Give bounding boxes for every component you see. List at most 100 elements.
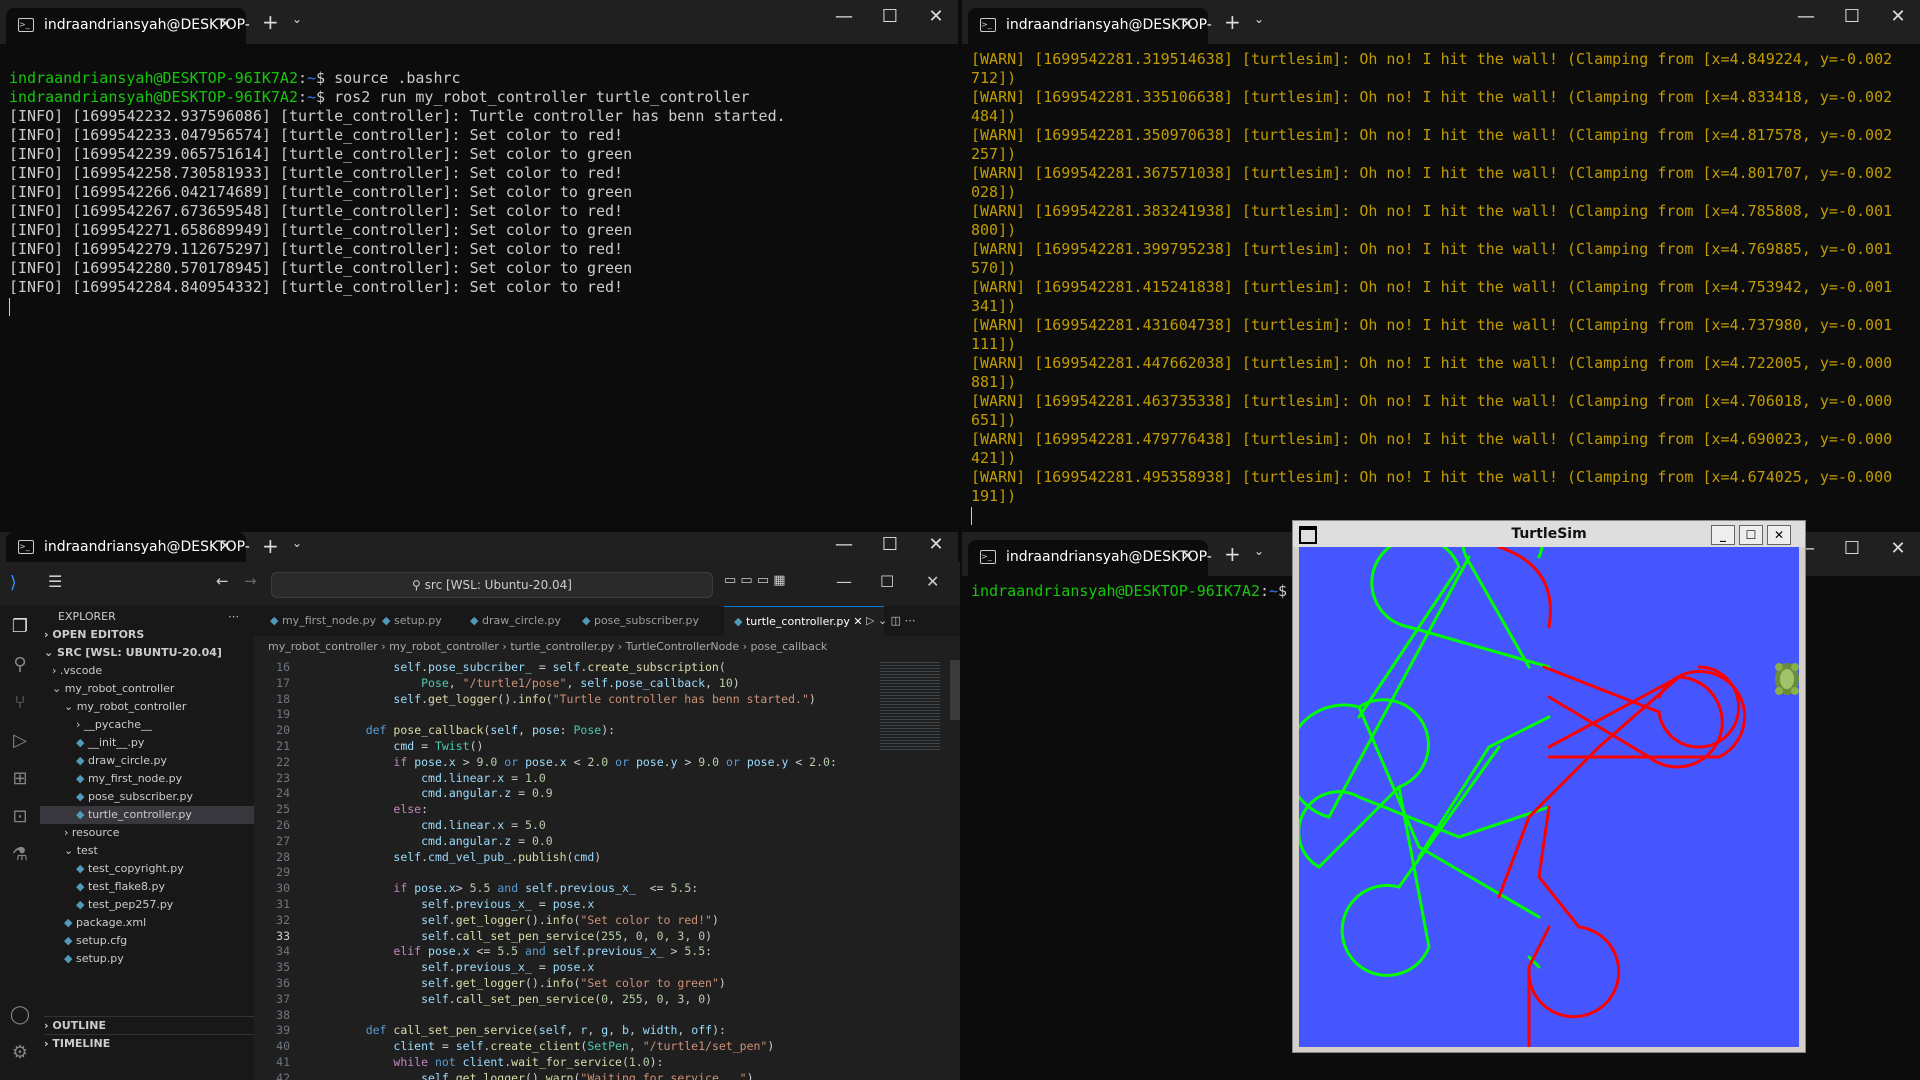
maximize-button[interactable]: ☐ bbox=[1832, 538, 1872, 559]
new-tab-button[interactable]: + bbox=[1224, 10, 1241, 34]
breadcrumb-item[interactable]: pose_callback bbox=[751, 640, 828, 653]
turtlesim-titlebar[interactable]: TurtleSim _ ☐ ✕ bbox=[1293, 521, 1805, 547]
maximize-button[interactable]: ☐ bbox=[1739, 525, 1763, 545]
run-icon[interactable]: ▷ ⌄ ◫ ⋯ bbox=[866, 606, 916, 636]
tree-item[interactable]: ◆ test_flake8.py bbox=[76, 878, 254, 896]
chevron-down-icon[interactable]: ⌄ bbox=[1254, 12, 1264, 26]
editor-tab[interactable]: ◆ my_first_node.py bbox=[260, 606, 380, 636]
explorer-icon[interactable]: ❐ bbox=[8, 616, 32, 640]
breadcrumb-item[interactable]: my_robot_controller bbox=[389, 640, 499, 653]
log-line: [INFO] [1699542232.937596086] [turtle_co… bbox=[9, 107, 786, 125]
search-icon[interactable]: ⚲ bbox=[8, 654, 32, 678]
new-tab-button[interactable]: + bbox=[262, 10, 279, 34]
warn-line: 484]) bbox=[971, 107, 1017, 125]
timeline-section[interactable]: › TIMELINE bbox=[44, 1034, 254, 1053]
tree-item[interactable]: ◆ package.xml bbox=[64, 914, 254, 932]
breadcrumb-item[interactable]: my_robot_controller bbox=[268, 640, 378, 653]
outline-section[interactable]: › OUTLINE bbox=[44, 1016, 254, 1035]
tree-item[interactable]: › .vscode bbox=[52, 662, 254, 680]
chevron-down-icon[interactable]: ⌄ bbox=[1254, 544, 1264, 558]
account-icon[interactable]: ◯ bbox=[8, 1004, 32, 1028]
tree-item[interactable]: ⌄ my_robot_controller bbox=[52, 680, 254, 698]
back-icon[interactable]: ← bbox=[216, 572, 229, 590]
scrollbar[interactable] bbox=[950, 660, 960, 720]
terminal-window-3[interactable]: >_ indraandriansyah@DESKTOP- ✕ + ⌄ — ☐ ✕ bbox=[0, 532, 958, 562]
close-button[interactable]: ✕ bbox=[1767, 525, 1791, 545]
editor-area[interactable]: ◆ my_first_node.py ◆ setup.py ◆ draw_circl… bbox=[254, 606, 960, 1080]
warn-line: [WARN] [1699542281.495358938] [turtlesim… bbox=[971, 468, 1893, 486]
command-center-search[interactable]: ⚲ src [WSL: Ubuntu-20.04] bbox=[271, 572, 713, 598]
extensions-icon[interactable]: ⊞ bbox=[8, 768, 32, 792]
tab-close-icon[interactable]: ✕ bbox=[1181, 14, 1194, 33]
source-control-icon[interactable]: ⑂ bbox=[8, 692, 32, 716]
tab-close-icon[interactable]: ✕ bbox=[850, 615, 862, 628]
close-button[interactable]: ✕ bbox=[916, 6, 956, 27]
testing-icon[interactable]: ⚗ bbox=[8, 844, 32, 868]
breadcrumb-item[interactable]: TurtleControllerNode bbox=[626, 640, 740, 653]
minimize-button[interactable]: _ bbox=[1711, 525, 1735, 545]
terminal-tab[interactable]: >_ indraandriansyah@DESKTOP- ✕ bbox=[6, 532, 250, 562]
tab-close-icon[interactable]: ✕ bbox=[1181, 546, 1194, 565]
menu-icon[interactable]: ☰ bbox=[48, 572, 62, 591]
file-icon: ◆ bbox=[64, 952, 76, 965]
chevron-icon: ⌄ bbox=[64, 700, 77, 713]
tree-item[interactable]: ◆ pose_subscriber.py bbox=[76, 788, 254, 806]
maximize-button[interactable]: ☐ bbox=[880, 572, 894, 591]
close-button[interactable]: ✕ bbox=[916, 534, 956, 555]
editor-tab[interactable]: ◆ turtle_controller.py ✕ bbox=[724, 606, 884, 637]
minimize-button[interactable]: — bbox=[824, 534, 864, 555]
turtlesim-window[interactable]: TurtleSim _ ☐ ✕ bbox=[1285, 498, 1806, 1053]
tree-item[interactable]: › __pycache__ bbox=[76, 716, 254, 734]
terminal-output[interactable]: [WARN] [1699542281.319514638] [turtlesim… bbox=[971, 50, 1914, 530]
breadcrumb-item[interactable]: turtle_controller.py bbox=[510, 640, 614, 653]
terminal-tab[interactable]: >_ indraandriansyah@DESKTOP- ✕ bbox=[968, 540, 1212, 576]
root-folder[interactable]: ⌄ SRC [WSL: UBUNTU-20.04] bbox=[44, 644, 254, 662]
open-editors-section[interactable]: › OPEN EDITORS bbox=[44, 626, 254, 644]
file-icon: ◆ bbox=[76, 898, 88, 911]
tab-close-icon[interactable]: ✕ bbox=[219, 536, 232, 555]
close-button[interactable]: ✕ bbox=[1878, 538, 1918, 559]
forward-icon[interactable]: → bbox=[244, 572, 257, 590]
tree-item[interactable]: ◆ __init__.py bbox=[76, 734, 254, 752]
code-editor[interactable]: 16 self.pose_subcriber_ = self.create_su… bbox=[254, 660, 960, 1080]
chevron-down-icon[interactable]: ⌄ bbox=[292, 12, 302, 26]
maximize-button[interactable]: ☐ bbox=[870, 6, 910, 27]
run-debug-icon[interactable]: ▷ bbox=[8, 730, 32, 754]
minimap[interactable] bbox=[880, 660, 940, 750]
minimize-button[interactable]: — bbox=[1786, 6, 1826, 27]
terminal-tab[interactable]: >_ indraandriansyah@DESKTOP- ✕ bbox=[6, 8, 250, 44]
tree-item[interactable]: ⌄ my_robot_controller bbox=[64, 698, 254, 716]
vscode-window[interactable]: ⟩ ☰ ← → ⚲ src [WSL: Ubuntu-20.04] ▭ ▭ ▭ … bbox=[0, 562, 960, 1080]
tree-item[interactable]: ◆ setup.py bbox=[64, 950, 254, 968]
tree-item[interactable]: ◆ my_first_node.py bbox=[76, 770, 254, 788]
editor-tab[interactable]: ◆ draw_circle.py bbox=[460, 606, 580, 636]
file-icon: ◆ bbox=[76, 736, 88, 749]
editor-tab[interactable]: ◆ pose_subscriber.py bbox=[572, 606, 699, 636]
terminal-window-2[interactable]: >_ indraandriansyah@DESKTOP- ✕ + ⌄ — ☐ ✕… bbox=[962, 0, 1920, 530]
close-button[interactable]: ✕ bbox=[926, 572, 939, 591]
new-tab-button[interactable]: + bbox=[1224, 542, 1241, 566]
tree-item[interactable]: ◆ turtle_controller.py bbox=[40, 806, 254, 824]
chevron-down-icon[interactable]: ⌄ bbox=[292, 536, 302, 550]
warn-line: 341]) bbox=[971, 297, 1017, 315]
new-tab-button[interactable]: + bbox=[262, 534, 279, 558]
terminal-output[interactable]: indraandriansyah@DESKTOP-96IK7A2:~$ sour… bbox=[9, 50, 952, 530]
close-button[interactable]: ✕ bbox=[1878, 6, 1918, 27]
tree-item[interactable]: ◆ draw_circle.py bbox=[76, 752, 254, 770]
gear-icon[interactable]: ⚙ bbox=[8, 1042, 32, 1066]
explorer-more-icon[interactable]: ⋯ bbox=[228, 608, 254, 626]
terminal-tab[interactable]: >_ indraandriansyah@DESKTOP- ✕ bbox=[968, 8, 1212, 44]
remote-explorer-icon[interactable]: ⊡ bbox=[8, 806, 32, 830]
terminal-window-1[interactable]: >_ indraandriansyah@DESKTOP- ✕ + ⌄ — ☐ ✕… bbox=[0, 0, 958, 530]
tab-close-icon[interactable]: ✕ bbox=[219, 14, 232, 33]
tree-item[interactable]: ◆ test_copyright.py bbox=[76, 860, 254, 878]
minimize-button[interactable]: — bbox=[836, 572, 852, 591]
tree-item[interactable]: ◆ setup.cfg bbox=[64, 932, 254, 950]
maximize-button[interactable]: ☐ bbox=[1832, 6, 1872, 27]
tree-item[interactable]: › resource bbox=[64, 824, 254, 842]
minimize-button[interactable]: — bbox=[824, 6, 864, 27]
tree-item[interactable]: ⌄ test bbox=[64, 842, 254, 860]
tree-item[interactable]: ◆ test_pep257.py bbox=[76, 896, 254, 914]
layout-icon[interactable]: ▭ ▭ ▭ ▦ bbox=[724, 573, 786, 588]
maximize-button[interactable]: ☐ bbox=[870, 534, 910, 555]
